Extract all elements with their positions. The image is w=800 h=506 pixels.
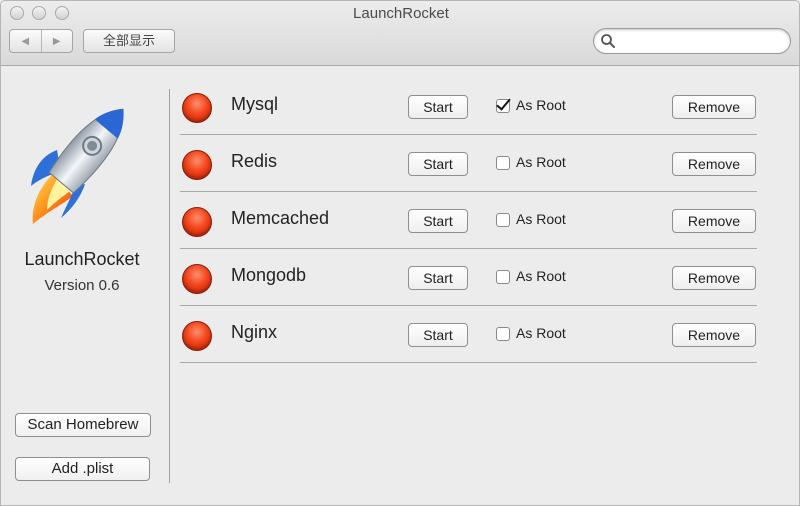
remove-button[interactable]: Remove [672, 323, 756, 347]
service-name: Mongodb [231, 265, 307, 285]
search-icon [601, 34, 615, 48]
start-button[interactable]: Start [408, 95, 468, 119]
forward-arrow-icon: ▶ [52, 35, 61, 47]
start-button[interactable]: Start [408, 323, 468, 347]
service-row-nginx: Nginx Start As Root Remove [180, 307, 757, 363]
remove-button[interactable]: Remove [672, 152, 756, 176]
show-all-button[interactable]: 全部显示 [83, 29, 175, 53]
forward-button[interactable]: ▶ [42, 30, 73, 52]
as-root-checkbox[interactable] [496, 99, 510, 113]
as-root-checkbox[interactable] [496, 327, 510, 341]
as-root-label[interactable]: As Root [516, 211, 566, 227]
add-plist-button[interactable]: Add .plist [15, 457, 150, 481]
service-name: Nginx [231, 322, 278, 342]
remove-button[interactable]: Remove [672, 266, 756, 290]
service-row-mongodb: Mongodb Start As Root Remove [180, 250, 757, 306]
remove-button[interactable]: Remove [672, 95, 756, 119]
scan-homebrew-button[interactable]: Scan Homebrew [15, 413, 151, 437]
service-row-memcached: Memcached Start As Root Remove [180, 193, 757, 249]
service-name: Mysql [231, 94, 279, 114]
back-arrow-icon: ◀ [21, 35, 30, 47]
service-name: Memcached [231, 208, 330, 228]
service-name: Redis [231, 151, 278, 171]
start-button[interactable]: Start [408, 152, 468, 176]
status-indicator-icon [182, 207, 212, 237]
window-title: LaunchRocket [353, 5, 449, 22]
as-root-label[interactable]: As Root [516, 268, 566, 284]
service-row-redis: Redis Start As Root Remove [180, 136, 757, 192]
sidebar-divider [169, 89, 170, 483]
status-indicator-icon [182, 321, 212, 351]
as-root-checkbox[interactable] [496, 213, 510, 227]
start-button[interactable]: Start [408, 266, 468, 290]
app-window: LaunchRocket ◀ ▶ 全部显示 LaunchRocket Versi… [0, 0, 800, 506]
service-list: Mysql Start As Root Remove Redis Start A… [180, 79, 757, 364]
back-button[interactable]: ◀ [10, 30, 42, 52]
app-version: Version 0.6 [44, 277, 120, 294]
search-field[interactable] [593, 28, 791, 54]
status-indicator-icon [182, 264, 212, 294]
as-root-checkbox[interactable] [496, 270, 510, 284]
as-root-label[interactable]: As Root [516, 325, 566, 341]
service-row-mysql: Mysql Start As Root Remove [180, 79, 757, 135]
sidebar: LaunchRocket Version 0.6 Scan Homebrew A… [1, 66, 169, 505]
start-button[interactable]: Start [408, 209, 468, 233]
status-indicator-icon [182, 93, 212, 123]
remove-button[interactable]: Remove [672, 209, 756, 233]
as-root-label[interactable]: As Root [516, 154, 566, 170]
app-name: LaunchRocket [24, 249, 140, 269]
status-indicator-icon [182, 150, 212, 180]
title-bar: LaunchRocket ◀ ▶ 全部显示 [1, 1, 799, 66]
as-root-checkbox[interactable] [496, 156, 510, 170]
rocket-logo-icon [31, 108, 124, 224]
back-forward-control: ◀ ▶ [9, 29, 73, 53]
search-input[interactable] [618, 32, 786, 52]
as-root-label[interactable]: As Root [516, 97, 566, 113]
